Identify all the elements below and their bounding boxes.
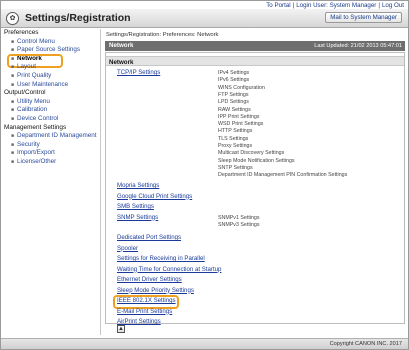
airprint-settings-link[interactable]: AirPrint Settings (117, 318, 161, 325)
ieee-8021x-settings-link[interactable]: IEEE 802.1X Settings (113, 295, 179, 309)
section-title-bar: Network Last Updated: 21/02 2013 05:47:0… (105, 41, 405, 51)
sidebar-item-label: User Maintenance (17, 80, 69, 88)
sidebar-item-label: Device Control (17, 114, 59, 122)
tcpip-sub-item: FTP Settings (218, 91, 249, 98)
dedicated-port-settings-link[interactable]: Dedicated Port Settings (117, 234, 181, 241)
network-section-header: Network (106, 56, 404, 66)
tcpip-sub-item: SNTP Settings (218, 164, 253, 171)
waiting-time-link[interactable]: Waiting Time for Connection at Startup (117, 266, 221, 273)
section-header-label: Network (109, 58, 134, 66)
smb-settings-link[interactable]: SMB Settings (117, 203, 154, 210)
sidebar-item-department-id-management[interactable]: ■ Department ID Management (1, 132, 100, 141)
sidebar-item-calibration[interactable]: ■ Calibration (1, 106, 100, 115)
header-bar: ✿ Settings/Registration Mail to System M… (1, 9, 408, 28)
tcpip-sub-item: Department ID Management PIN Confirmatio… (218, 172, 348, 179)
sidebar: Preferences ■ Control Menu ■ Paper Source … (1, 29, 101, 335)
log-out-link[interactable]: Log Out (382, 2, 404, 9)
mail-to-system-manager-button[interactable]: Mail to System Manager (325, 12, 402, 23)
bullet-icon: ■ (11, 38, 15, 45)
to-portal-link[interactable]: To Portal (266, 2, 290, 9)
tcpip-sub-item: WSD Print Settings (218, 121, 264, 128)
page-title: Settings/Registration (25, 12, 131, 24)
email-print-settings-link[interactable]: E-Mail Print Settings (117, 308, 172, 315)
sidebar-item-utility-menu[interactable]: ■ Utility Menu (1, 98, 100, 107)
sidebar-item-label: Layout (17, 63, 36, 71)
tcpip-sub-item: Sleep Mode Notification Settings (218, 157, 295, 164)
sidebar-item-device-control[interactable]: ■ Device Control (1, 115, 100, 124)
bullet-icon: ■ (11, 107, 15, 114)
sidebar-item-network[interactable]: ■ Network (1, 53, 100, 68)
tcpip-sub-item: RAW Settings (218, 106, 251, 113)
main-panel: Settings/Registration: Preferences: Netw… (102, 29, 408, 335)
sidebar-item-layout[interactable]: ■ Layout (1, 63, 100, 72)
last-updated: Last Updated: 21/02 2013 05:47:01 (314, 42, 402, 49)
sidebar-item-label: Control Menu (17, 37, 55, 45)
section-title: Network (109, 42, 134, 49)
sidebar-item-label: Paper Source Settings (17, 46, 81, 54)
sidebar-item-label: Network (17, 54, 42, 62)
sidebar-item-label: Import/Export (17, 149, 55, 157)
top-links: To Portal | Login User: System Manager | Log… (266, 2, 404, 9)
footer: Copyright CANON INC. 2017 (1, 338, 408, 349)
tcpip-sub-item: WINS Configuration (218, 84, 265, 91)
sidebar-group-management-settings: Management Settings (4, 123, 67, 131)
tcpip-sub-item: IPv6 Settings (218, 77, 250, 84)
sidebar-group-output-control: Output/Control (4, 89, 46, 97)
tcpip-sub-item: Multicast Discovery Settings (218, 150, 285, 157)
spooler-link[interactable]: Spooler (117, 245, 138, 252)
ethernet-driver-settings-link[interactable]: Ethernet Driver Settings (117, 276, 182, 283)
tcpip-sub-item: LPD Settings (218, 99, 249, 106)
sidebar-item-import-export[interactable]: ■ Import/Export (1, 149, 100, 158)
sleep-mode-priority-settings-link[interactable]: Sleep Mode Priority Settings (117, 287, 194, 294)
tcpip-sub-item: IPP Print Settings (218, 113, 260, 120)
settings-content: Network TCP/IP Settings IPv4 Settings IP… (105, 52, 405, 325)
sidebar-item-label: License/Other (17, 157, 57, 165)
bullet-icon: ■ (11, 133, 15, 140)
settings-logo-icon: ✿ (6, 12, 19, 25)
tcpip-settings-link[interactable]: TCP/IP Settings (117, 69, 160, 76)
sidebar-item-label: Utility Menu (17, 97, 50, 105)
tcpip-sub-item: IPv4 Settings (218, 70, 250, 76)
copyright: Copyright CANON INC. 2017 (329, 341, 402, 347)
bullet-icon: ■ (11, 158, 15, 165)
bullet-icon: ■ (11, 72, 15, 79)
bullet-icon: ■ (11, 64, 15, 71)
google-cloud-print-settings-link[interactable]: Google Cloud Print Settings (117, 193, 192, 200)
mopria-settings-link[interactable]: Mopria Settings (117, 182, 159, 189)
snmp-sub-item: SNMPv1 Settings (218, 214, 260, 221)
sidebar-item-print-quality[interactable]: ■ Print Quality (1, 72, 100, 81)
sidebar-group-preferences: Preferences (4, 29, 39, 36)
tcpip-sub-item: Proxy Settings (218, 143, 253, 149)
sidebar-item-license-other[interactable]: ■ License/Other (1, 158, 100, 167)
bullet-icon: ■ (11, 81, 15, 88)
breadcrumb: Settings/Registration: Preferences: Netw… (106, 32, 219, 38)
tcpip-sub-item: HTTP Settings (218, 128, 253, 135)
bullet-icon: ■ (11, 98, 15, 105)
sidebar-item-label: Department ID Management (17, 132, 97, 140)
sidebar-item-label: Calibration (17, 106, 48, 114)
sidebar-item-user-maintenance[interactable]: ■ User Maintenance (1, 81, 100, 90)
bullet-icon: ■ (11, 141, 15, 148)
sidebar-item-label: Security (17, 140, 40, 148)
snmp-settings-link[interactable]: SNMP Settings (117, 214, 158, 221)
receiving-in-parallel-link[interactable]: Settings for Receiving in Parallel (117, 255, 205, 262)
sidebar-item-security[interactable]: ■ Security (1, 141, 100, 150)
sidebar-item-label: Print Quality (17, 71, 52, 79)
bullet-icon: ■ (11, 150, 15, 157)
bullet-icon: ■ (11, 55, 15, 62)
bullet-icon: ■ (11, 115, 15, 122)
top-strip: To Portal | Login User: System Manager | Log… (1, 1, 408, 9)
bullet-icon: ■ (11, 47, 15, 54)
sidebar-item-control-menu[interactable]: ■ Control Menu (1, 38, 100, 47)
snmp-sub-item: SNMPv3 Settings (218, 221, 260, 228)
tcpip-sub-item: TLS Settings (218, 135, 249, 142)
login-user-label: Login User: System Manager (296, 2, 377, 9)
scroll-to-top-icon[interactable]: ▲ (117, 325, 125, 333)
